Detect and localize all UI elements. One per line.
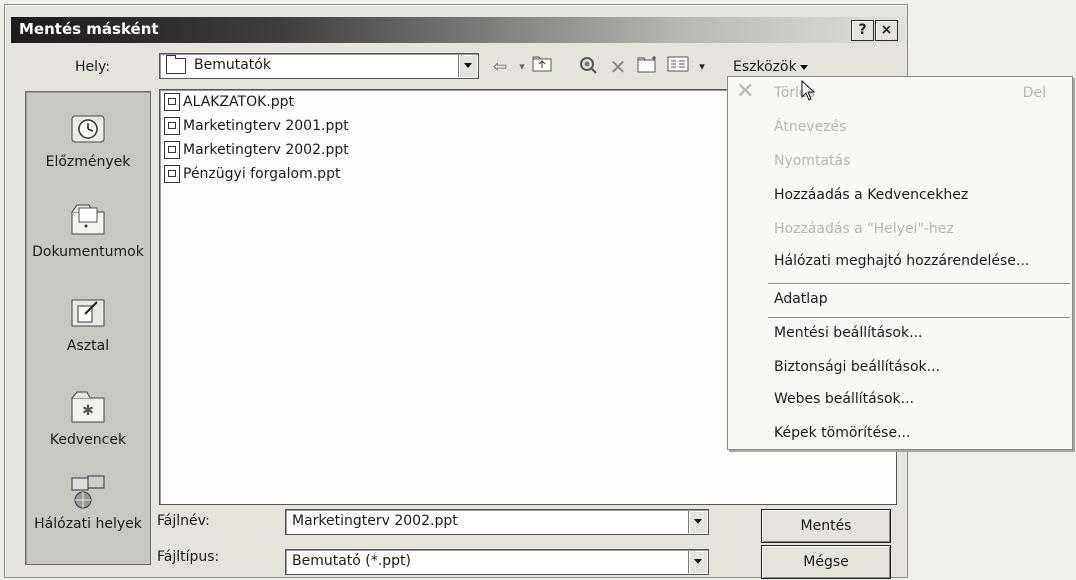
file-item[interactable]: Pénzügyi forgalom.ppt	[164, 163, 340, 185]
folder-icon	[166, 55, 186, 74]
filetype-value: Bemutató (*.ppt)	[292, 553, 411, 569]
chevron-down-icon	[799, 64, 808, 70]
delete-shortcut: Del	[1022, 85, 1046, 101]
place-label: Kedvencek	[49, 432, 127, 448]
title-bar: Mentés másként ? ×	[11, 17, 907, 43]
menu-item-save-options[interactable]: Mentési beállítások...	[774, 325, 922, 341]
menu-item-compress-pictures[interactable]: Képek tömörítése...	[774, 425, 910, 441]
file-item[interactable]: Marketingterv 2001.ppt	[164, 115, 349, 137]
help-button[interactable]: ?	[851, 20, 874, 41]
chevron-down-icon[interactable]	[688, 511, 707, 533]
place-label: Dokumentumok	[32, 244, 144, 260]
filename-input[interactable]: Marketingterv 2002.ppt	[285, 509, 709, 535]
powerpoint-file-icon	[164, 141, 180, 159]
places-bar: Előzmények Dokumentumok Asztal ✱ Kedvenc…	[25, 91, 151, 565]
place-network[interactable]: Hálózati helyek	[26, 472, 150, 532]
up-folder-icon[interactable]	[529, 55, 555, 79]
powerpoint-file-icon	[164, 165, 180, 183]
favorites-icon: ✱	[69, 388, 107, 426]
cancel-button[interactable]: Mégse	[761, 545, 891, 579]
place-desktop[interactable]: Asztal	[26, 294, 150, 354]
search-web-icon[interactable]	[575, 55, 601, 79]
location-value: Bemutatók	[194, 57, 271, 73]
filetype-label: Fájltípus:	[157, 549, 220, 565]
window-title: Mentés másként	[19, 20, 159, 38]
menu-item-map-network-drive[interactable]: Hálózati meghajtó hozzárendelése...	[774, 253, 1029, 269]
menu-item-properties[interactable]: Adatlap	[774, 291, 828, 307]
powerpoint-file-icon	[164, 93, 180, 111]
tools-menu: ✕ Törlés Del Átnevezés Nyomtatás Hozzáad…	[727, 76, 1073, 450]
place-favorites[interactable]: ✱ Kedvencek	[26, 388, 150, 448]
delete-icon: ✕	[736, 79, 755, 104]
documents-icon	[69, 200, 107, 238]
filetype-select[interactable]: Bemutató (*.ppt)	[285, 549, 709, 575]
mouse-pointer-icon	[800, 79, 816, 106]
delete-icon[interactable]: ✕	[605, 55, 631, 79]
location-combo[interactable]: Bemutatók	[159, 53, 479, 79]
powerpoint-file-icon	[164, 117, 180, 135]
tools-label: Eszközök	[733, 59, 797, 75]
history-icon	[69, 110, 107, 148]
network-places-icon	[69, 472, 107, 510]
views-dropdown-icon[interactable]: ▾	[689, 55, 715, 79]
menu-separator	[768, 283, 1070, 285]
place-label: Hálózati helyek	[34, 516, 142, 532]
menu-item-add-to-favorites[interactable]: Hozzáadás a Kedvencekhez	[774, 187, 968, 203]
menu-item-web-options[interactable]: Webes beállítások...	[774, 391, 914, 407]
svg-text:✱: ✱	[82, 403, 94, 419]
save-button[interactable]: Mentés	[761, 509, 891, 543]
desktop-icon	[69, 294, 107, 332]
place-documents[interactable]: Dokumentumok	[26, 200, 150, 260]
file-item[interactable]: ALAKZATOK.ppt	[164, 91, 294, 113]
views-icon[interactable]	[665, 55, 691, 79]
menu-item-add-to-places[interactable]: Hozzáadás a "Helyei"-hez	[774, 221, 954, 237]
place-label: Asztal	[66, 338, 110, 354]
menu-item-print[interactable]: Nyomtatás	[774, 153, 850, 169]
file-item[interactable]: Marketingterv 2002.ppt	[164, 139, 349, 161]
chevron-down-icon[interactable]	[688, 551, 707, 573]
menu-item-rename[interactable]: Átnevezés	[774, 119, 846, 135]
place-history[interactable]: Előzmények	[26, 110, 150, 170]
new-folder-icon[interactable]	[635, 55, 661, 79]
menu-item-security-options[interactable]: Biztonsági beállítások...	[774, 359, 940, 375]
filename-value: Marketingterv 2002.ppt	[292, 513, 458, 529]
close-button[interactable]: ×	[875, 20, 898, 41]
location-label: Hely:	[75, 59, 111, 75]
place-label: Előzmények	[45, 154, 131, 170]
chevron-down-icon[interactable]	[458, 55, 477, 77]
filename-label: Fájlnév:	[157, 513, 210, 529]
menu-separator	[768, 317, 1070, 319]
